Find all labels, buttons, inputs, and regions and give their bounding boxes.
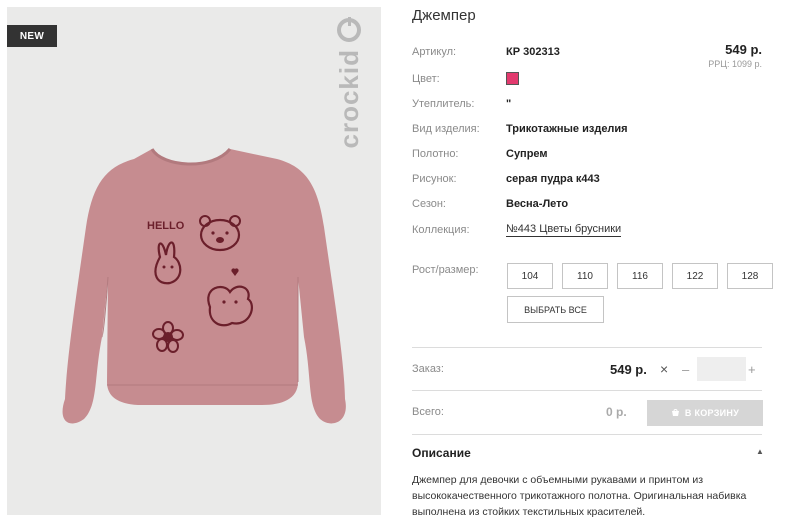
attribute-label: Утеплитель: [412, 98, 475, 110]
divider [412, 434, 762, 435]
collapse-caret-icon[interactable]: ▲ [756, 447, 764, 456]
product-photo[interactable]: NEW crockid HELLO [7, 7, 381, 515]
description-title[interactable]: Описание [412, 446, 471, 460]
attribute-value: серая пудра к443 [506, 173, 600, 185]
attribute-label: Вид изделия: [412, 123, 480, 135]
color-swatch[interactable] [506, 72, 519, 85]
total-value: 0 р. [606, 405, 627, 419]
size-row: Рост/размер: [412, 264, 506, 276]
total-label: Всего: [412, 406, 444, 418]
order-label: Заказ: [412, 363, 444, 375]
size-option-128[interactable]: 128 [727, 263, 773, 289]
product-title: Джемпер [412, 7, 476, 24]
select-all-sizes-button[interactable]: ВЫБРАТЬ ВСЕ [507, 296, 604, 323]
print-hello-text: HELLO [147, 220, 185, 232]
brand-logo-icon [337, 17, 361, 42]
attribute-value: Трикотажные изделия [506, 123, 628, 135]
size-option-104[interactable]: 104 [507, 263, 553, 289]
sweater-image: HELLO [62, 147, 346, 424]
attribute-collection: Коллекция: №443 Цветы брусники [412, 223, 622, 237]
attribute-insulation: Утеплитель: " [412, 98, 511, 110]
add-to-cart-label: В КОРЗИНУ [684, 408, 740, 418]
attribute-season: Сезон: Весна-Лето [412, 198, 568, 210]
attribute-label: Полотно: [412, 148, 459, 160]
cart-icon [671, 408, 679, 416]
quantity-input[interactable] [697, 357, 746, 381]
attribute-value: Супрем [506, 148, 548, 160]
attribute-label: Сезон: [412, 198, 446, 210]
size-options: 104 110 116 122 128 [507, 263, 773, 289]
collection-link[interactable]: №443 Цветы брусники [506, 223, 622, 237]
attribute-label: Цвет: [412, 72, 440, 85]
attribute-pattern: Рисунок: серая пудра к443 [412, 173, 600, 185]
add-to-cart-button[interactable]: В КОРЗИНУ [647, 400, 763, 426]
attribute-label: Коллекция: [412, 224, 470, 236]
attribute-value: " [506, 98, 512, 110]
attribute-value: Весна-Лето [506, 198, 569, 210]
divider [412, 347, 762, 348]
size-option-110[interactable]: 110 [562, 263, 608, 289]
divider [412, 390, 762, 391]
new-badge: NEW [7, 25, 57, 47]
attribute-label: Рисунок: [412, 173, 457, 185]
size-option-122[interactable]: 122 [672, 263, 718, 289]
quantity-increase-button[interactable]: + [748, 362, 756, 377]
quantity-decrease-button[interactable]: – [682, 362, 689, 377]
description-text: Джемпер для девочки с объемными рукавами… [412, 474, 747, 518]
order-price: 549 р. [610, 362, 647, 377]
size-label: Рост/размер: [412, 264, 479, 276]
multiply-icon: × [660, 361, 669, 377]
attribute-article: Артикул: КР 302313 [412, 46, 560, 58]
attribute-fabric: Полотно: Супрем [412, 148, 548, 160]
size-option-116[interactable]: 116 [617, 263, 663, 289]
attribute-product-type: Вид изделия: Трикотажные изделия [412, 123, 628, 135]
product-price: 549 р. [725, 42, 762, 57]
attribute-value: КР 302313 [506, 46, 560, 58]
brand-name: crockid [333, 49, 364, 149]
attribute-color: Цвет: [412, 72, 519, 85]
attribute-label: Артикул: [412, 46, 457, 58]
recommended-retail-price: РРЦ: 1099 р. [708, 59, 762, 69]
